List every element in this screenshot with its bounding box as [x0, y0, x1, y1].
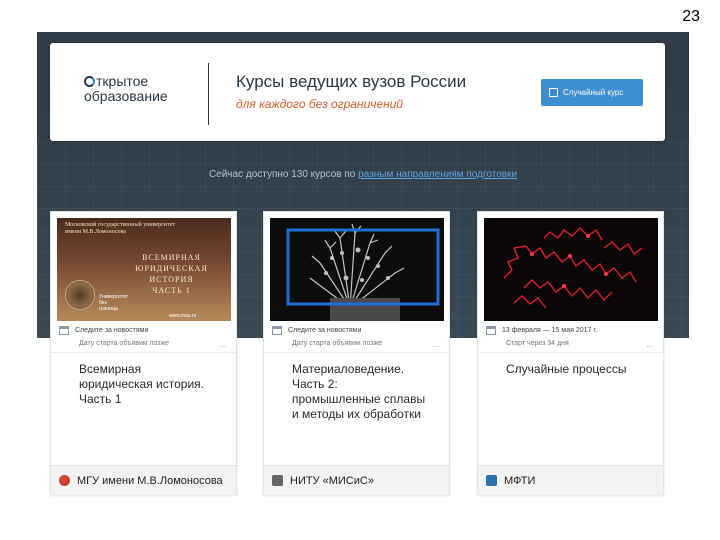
- msu-uni-text: Университет без границы: [99, 294, 129, 312]
- calendar-icon: [486, 326, 496, 335]
- more-icon[interactable]: ...: [219, 340, 226, 349]
- card-divider: [51, 352, 236, 353]
- shuffle-icon: [549, 88, 558, 97]
- random-walk-image: [484, 218, 658, 321]
- msu-course-banner: ВСЕМИРНАЯ ЮРИДИЧЕСКАЯ ИСТОРИЯ ЧАСТЬ 1: [135, 253, 208, 295]
- more-icon[interactable]: ...: [432, 340, 439, 349]
- course-image-material[interactable]: [270, 218, 444, 321]
- card-meta-date: 13 февраля — 15 мая 2017 г.: [486, 326, 597, 335]
- card-footer[interactable]: НИТУ «МИСиС»: [264, 465, 449, 495]
- msu-seal-icon: [65, 280, 95, 310]
- card-meta-start: Старт через 34 дня: [506, 340, 569, 347]
- mipt-logo-icon: [486, 475, 497, 486]
- course-image-random[interactable]: [484, 218, 658, 321]
- card-divider: [478, 352, 663, 353]
- university-name: НИТУ «МИСиС»: [290, 474, 374, 487]
- meta1-label: Следите за новостями: [288, 327, 362, 334]
- calendar-icon: [59, 326, 69, 335]
- course-title[interactable]: Всемирная юридическая история. Часть 1: [79, 362, 229, 407]
- msu-top-text: Московский государственный университет и…: [65, 222, 175, 235]
- header-subtitle: для каждого без ограничений: [236, 97, 404, 111]
- more-icon[interactable]: ...: [646, 340, 653, 349]
- random-course-label: Случайный курс: [563, 88, 624, 97]
- msu-logo-icon: [59, 475, 70, 486]
- course-card[interactable]: Следите за новостями Дату старта объявим…: [263, 211, 450, 495]
- msu-url: www.msu.ru: [169, 313, 197, 319]
- logo-line2: образование: [84, 88, 168, 104]
- slide-number: 23: [682, 8, 700, 25]
- header-card: ткрытое образование Курсы ведущих вузов …: [50, 43, 665, 141]
- university-name: МГУ имени М.В.Ломоносова: [77, 474, 223, 487]
- course-title[interactable]: Материаловедение. Часть 2: промышленные …: [292, 362, 442, 422]
- header-title: Курсы ведущих вузов России: [236, 72, 467, 91]
- card-footer[interactable]: МФТИ: [478, 465, 663, 495]
- university-name: МФТИ: [504, 474, 536, 487]
- card-meta-start: Дату старта объявим позже: [292, 340, 383, 347]
- card-meta-date: Следите за новостями: [272, 326, 361, 335]
- calendar-icon: [272, 326, 282, 335]
- course-card[interactable]: 13 февраля — 15 мая 2017 г. Старт через …: [477, 211, 664, 495]
- course-card[interactable]: Московский государственный университет и…: [50, 211, 237, 495]
- openedu-logo[interactable]: ткрытое образование: [84, 74, 168, 104]
- random-course-button[interactable]: Случайный курс: [541, 79, 643, 106]
- logo-divider: [208, 63, 209, 125]
- alloy-crystals-image: [270, 218, 444, 321]
- courses-prefix: Сейчас доступно 130 курсов по: [208, 169, 359, 180]
- meta1-label: Следите за новостями: [75, 327, 149, 334]
- course-image-msu[interactable]: Московский государственный университет и…: [57, 218, 231, 321]
- logo-line1: ткрытое: [96, 73, 149, 89]
- card-footer[interactable]: МГУ имени М.В.Ломоносова: [51, 465, 236, 495]
- directions-link[interactable]: разным направлениям подготовки: [358, 169, 517, 180]
- misis-logo-icon: [272, 475, 283, 486]
- logo-o-icon: [84, 76, 95, 87]
- courses-available-text: Сейчас доступно 130 курсов по разным нап…: [37, 169, 689, 180]
- meta1-label: 13 февраля — 15 мая 2017 г.: [502, 327, 597, 334]
- card-divider: [264, 352, 449, 353]
- card-meta-start: Дату старта объявим позже: [79, 340, 170, 347]
- card-meta-date: Следите за новостями: [59, 326, 148, 335]
- course-title[interactable]: Случайные процессы: [506, 362, 656, 377]
